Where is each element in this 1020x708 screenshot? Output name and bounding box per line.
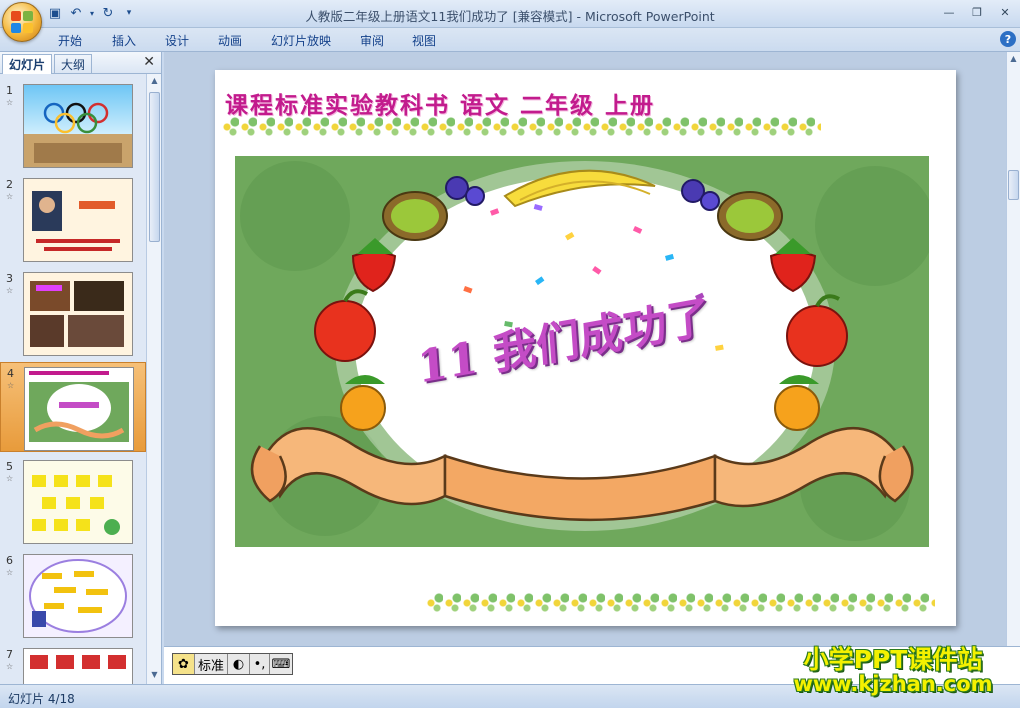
editor-scrollbar[interactable]: ▲ — [1006, 52, 1020, 646]
thumbnail-row-selected[interactable]: 4 ☆ — [0, 362, 146, 452]
animation-star-icon: ☆ — [6, 192, 14, 201]
thumbnail-number: 5 — [6, 460, 13, 473]
animation-star-icon: ☆ — [7, 381, 15, 390]
thumbnail-row[interactable]: 1 ☆ — [0, 80, 146, 170]
ime-logo-icon[interactable]: ✿ — [173, 654, 195, 674]
tab-outline[interactable]: 大纲 — [54, 54, 93, 74]
thumbnail-picture — [25, 368, 133, 450]
animation-star-icon: ☆ — [6, 568, 14, 577]
soft-keyboard-icon[interactable]: ⌨ — [270, 654, 292, 674]
slide-illustration[interactable]: 11 我们成功了 — [235, 156, 929, 547]
thumbnail-picture — [32, 475, 120, 535]
slide-thumbnail-6[interactable] — [23, 554, 133, 638]
redo-icon[interactable]: ↻ — [99, 4, 117, 22]
slide-header-text[interactable]: 课程标准实验教科书 语文 二年级 上册 — [225, 86, 655, 120]
thumbnail-number: 3 — [6, 272, 13, 285]
window-title: 人教版二年级上册语文11我们成功了 [兼容模式] - Microsoft Pow… — [305, 9, 715, 24]
scroll-down-icon[interactable]: ▼ — [149, 670, 160, 682]
slide-counter: 幻灯片 4/18 — [8, 692, 75, 706]
thumbnail-picture — [30, 281, 124, 347]
thumbnail-number: 1 — [6, 84, 13, 97]
thumbnail-row[interactable]: 2 ☆ — [0, 174, 146, 264]
thumbnail-number: 6 — [6, 554, 13, 567]
panel-tabs: 幻灯片 大纲 ✕ — [0, 52, 161, 74]
slides-panel: 幻灯片 大纲 ✕ 1 ☆ 2 ☆ 3 ☆ 4 ☆ 5 ☆ 6 ☆ 7 ☆ ▲ ▼ — [0, 52, 162, 684]
tab-insert[interactable]: 插入 — [112, 32, 136, 49]
scroll-thumb[interactable] — [149, 92, 160, 242]
undo-dropdown-icon[interactable]: ▾ — [88, 4, 96, 22]
slide-thumbnail-7[interactable] — [23, 648, 133, 684]
thumbnail-number: 7 — [6, 648, 13, 661]
slide-thumbnail-3[interactable] — [23, 272, 133, 356]
thumbnail-list: 1 ☆ 2 ☆ 3 ☆ 4 ☆ 5 ☆ 6 ☆ 7 ☆ — [0, 74, 146, 684]
thumbnail-number: 4 — [7, 367, 14, 380]
tab-view[interactable]: 视图 — [412, 32, 436, 49]
undo-icon[interactable]: ↶ — [67, 4, 85, 22]
watermark-line-2: www.kjzhan.com — [793, 672, 993, 696]
thumbnail-row[interactable]: 7 ☆ — [0, 644, 146, 684]
tab-review[interactable]: 审阅 — [360, 32, 384, 49]
slide-thumbnail-5[interactable] — [23, 460, 133, 544]
half-width-icon[interactable]: ◐ — [228, 654, 251, 674]
thumbnail-row[interactable]: 6 ☆ — [0, 550, 146, 640]
slide-editor: 课程标准实验教科书 语文 二年级 上册 11 我们成功了 — [164, 52, 1006, 646]
scroll-up-icon[interactable]: ▲ — [149, 76, 160, 88]
window-controls: — ❐ ✕ — [938, 3, 1016, 21]
flower-garland-top — [221, 116, 821, 138]
thumbnail-row[interactable]: 5 ☆ — [0, 456, 146, 546]
office-logo-icon — [11, 11, 33, 33]
customize-qat-icon[interactable]: ▾ — [120, 4, 138, 22]
minimize-icon[interactable]: — — [938, 3, 960, 21]
punctuation-icon[interactable]: •, — [250, 654, 271, 674]
quick-access-toolbar: ▣ ↶ ▾ ↻ ▾ — [46, 4, 138, 22]
current-slide[interactable]: 课程标准实验教科书 语文 二年级 上册 11 我们成功了 — [215, 70, 956, 626]
ime-toolbar: ✿ 标准 ◐ •, ⌨ — [172, 653, 294, 675]
site-watermark: 小学PPT课件站 www.kjzhan.com — [773, 640, 1013, 696]
slide-thumbnail-2[interactable] — [23, 178, 133, 262]
animation-star-icon: ☆ — [6, 662, 14, 671]
tab-slideshow[interactable]: 幻灯片放映 — [271, 32, 331, 49]
tab-slides[interactable]: 幻灯片 — [2, 54, 53, 74]
olympic-rings-icon — [34, 102, 122, 163]
thumbnail-picture — [30, 655, 126, 669]
close-icon[interactable]: ✕ — [994, 3, 1016, 21]
restore-icon[interactable]: ❐ — [966, 3, 988, 21]
animation-star-icon: ☆ — [6, 286, 14, 295]
thumbnail-picture — [32, 191, 120, 251]
watermark-line-1: 小学PPT课件站 — [803, 645, 983, 674]
animation-star-icon: ☆ — [6, 98, 14, 107]
tab-animations[interactable]: 动画 — [218, 32, 242, 49]
ribbon-tabs: 开始 插入 设计 动画 幻灯片放映 审阅 视图 ? — [0, 28, 1020, 52]
tab-home[interactable]: 开始 — [58, 32, 82, 49]
slide-thumbnail-4[interactable] — [24, 367, 134, 451]
title-bar: 人教版二年级上册语文11我们成功了 [兼容模式] - Microsoft Pow… — [0, 0, 1020, 28]
scroll-up-icon[interactable]: ▲ — [1008, 54, 1019, 66]
tab-design[interactable]: 设计 — [165, 32, 189, 49]
thumbnail-number: 2 — [6, 178, 13, 191]
office-button[interactable] — [2, 2, 42, 42]
scroll-thumb[interactable] — [1008, 170, 1019, 200]
flower-garland-bottom — [425, 592, 935, 614]
ime-mode-label[interactable]: 标准 — [195, 654, 229, 674]
close-panel-icon[interactable]: ✕ — [143, 54, 155, 70]
slide-thumbnail-1[interactable] — [23, 84, 133, 168]
thumbnail-row[interactable]: 3 ☆ — [0, 268, 146, 358]
save-icon[interactable]: ▣ — [46, 4, 64, 22]
animation-star-icon: ☆ — [6, 474, 14, 483]
help-icon[interactable]: ? — [1000, 31, 1016, 47]
thumbnail-picture — [29, 559, 127, 633]
thumbnail-scrollbar[interactable]: ▲ ▼ — [146, 74, 161, 684]
